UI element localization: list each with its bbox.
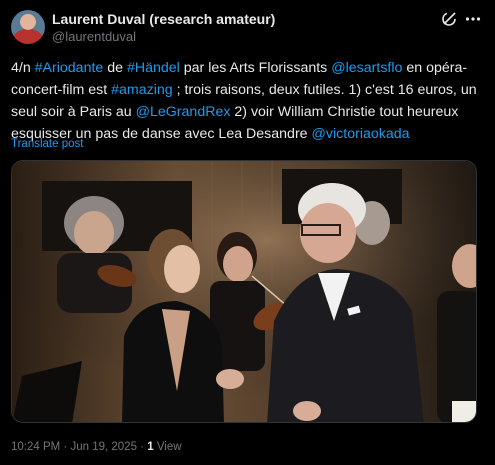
- text-segment: par les Arts Florissants: [179, 60, 332, 76]
- separator: ·: [136, 441, 148, 453]
- separator: ·: [60, 441, 71, 453]
- more-options-icon[interactable]: [464, 10, 482, 28]
- mention-link[interactable]: @LeGrandRex: [136, 104, 231, 120]
- grok-icon[interactable]: [440, 10, 458, 28]
- mention-link[interactable]: @lesartsflo: [331, 60, 402, 76]
- hashtag-link[interactable]: #Händel: [127, 60, 180, 76]
- post-time[interactable]: 10:24 PM: [11, 441, 60, 453]
- post-card: Laurent Duval (research amateur) @lauren…: [0, 0, 495, 465]
- hashtag-link[interactable]: #amazing: [111, 82, 173, 98]
- translate-post-link[interactable]: Translate post: [11, 138, 83, 150]
- avatar[interactable]: [11, 10, 45, 44]
- author-display-name[interactable]: Laurent Duval (research amateur): [52, 11, 275, 27]
- text-segment: 4/n: [11, 60, 35, 76]
- post-photo[interactable]: [11, 160, 477, 423]
- post-text: 4/n #Ariodante de #Händel par les Arts F…: [11, 57, 487, 145]
- view-label: View: [153, 441, 182, 453]
- post-meta: 10:24 PM · Jun 19, 2025 · 1 View: [11, 441, 182, 453]
- post-date[interactable]: Jun 19, 2025: [70, 441, 137, 453]
- concert-photo-illustration: [12, 161, 476, 422]
- mention-link[interactable]: @victoriaokada: [312, 126, 410, 142]
- text-segment: de: [103, 60, 127, 76]
- hashtag-link[interactable]: #Ariodante: [35, 60, 104, 76]
- author-handle[interactable]: @laurentduval: [52, 29, 136, 44]
